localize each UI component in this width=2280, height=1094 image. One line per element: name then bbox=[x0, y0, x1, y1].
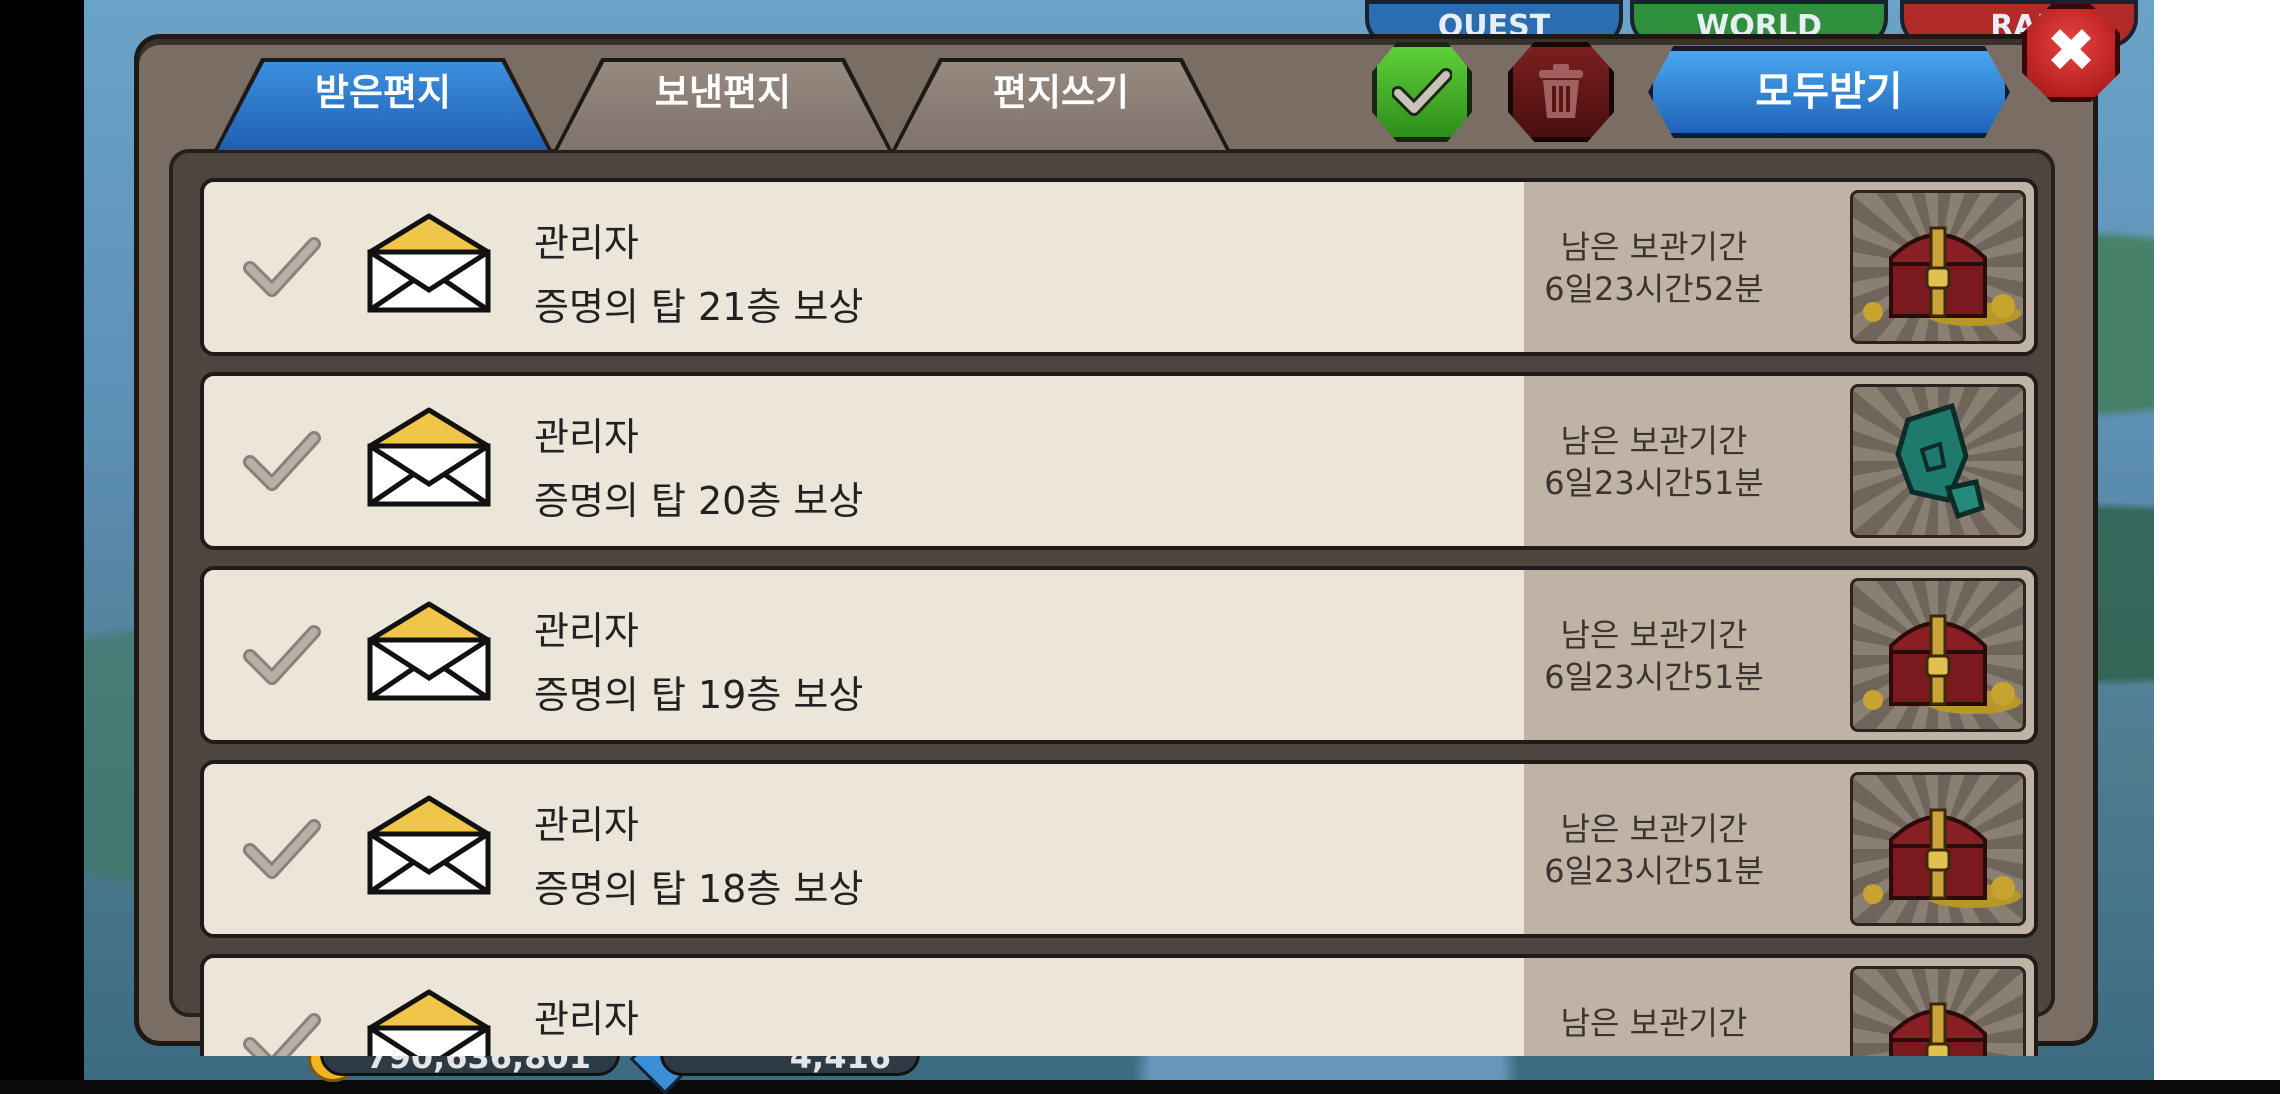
checkmark-icon bbox=[1392, 68, 1452, 116]
mail-expiry-label: 남은 보관기간 bbox=[1560, 616, 1748, 654]
mail-row[interactable]: 관리자 증명의 탑 19층 보상 남은 보관기간 6일23시간51분 bbox=[200, 566, 2038, 744]
check-icon[interactable] bbox=[242, 814, 322, 884]
mail-sender: 관리자 bbox=[534, 221, 639, 265]
mail-sender: 관리자 bbox=[534, 803, 639, 847]
tab-sent[interactable]: 보낸편지 bbox=[558, 62, 888, 150]
mail-subject: 증명의 탑 20층 보상 bbox=[534, 479, 864, 523]
mail-expiry-label: 남은 보관기간 bbox=[1560, 810, 1748, 848]
mail-expiry-time: 6일23시간51분 bbox=[1544, 852, 1764, 890]
check-icon[interactable] bbox=[242, 426, 322, 496]
treasure-chest-icon[interactable] bbox=[1850, 190, 2026, 344]
check-icon[interactable] bbox=[242, 620, 322, 690]
mail-sender: 관리자 bbox=[534, 609, 639, 653]
right-letterbox bbox=[2154, 0, 2280, 1080]
mail-expiry-time: 6일23시간51분 bbox=[1544, 464, 1764, 502]
tab-write[interactable]: 편지쓰기 bbox=[896, 62, 1226, 150]
crystal-icon[interactable] bbox=[1850, 384, 2026, 538]
mail-row[interactable]: 관리자 증명의 탑 18층 보상 남은 보관기간 6일23시간51분 bbox=[200, 760, 2038, 938]
mail-expiry-time: 6일23시간52분 bbox=[1544, 270, 1764, 308]
trash-icon bbox=[1539, 64, 1583, 118]
mail-sender: 관리자 bbox=[534, 415, 639, 459]
mail-subject: 증명의 탑 19층 보상 bbox=[534, 673, 864, 717]
check-icon[interactable] bbox=[242, 232, 322, 302]
treasure-chest-icon[interactable] bbox=[1850, 578, 2026, 732]
tab-inbox[interactable]: 받은편지 bbox=[218, 62, 548, 150]
envelope-icon bbox=[367, 601, 491, 701]
envelope-icon bbox=[367, 213, 491, 313]
left-letterbox bbox=[0, 0, 84, 1080]
mail-expiry-label: 남은 보관기간 bbox=[1560, 422, 1748, 460]
mail-subject: 증명의 탑 21층 보상 bbox=[534, 285, 864, 329]
envelope-icon bbox=[367, 795, 491, 895]
mail-subject: 증명의 탑 18층 보상 bbox=[534, 867, 864, 911]
mail-row[interactable]: 관리자 증명의 탑 20층 보상 남은 보관기간 6일23시간51분 bbox=[200, 372, 2038, 550]
mail-row[interactable]: 관리자 증명의 탑 21층 보상 남은 보관기간 6일23시간52분 bbox=[200, 178, 2038, 356]
mail-expiry-label: 남은 보관기간 bbox=[1560, 1004, 1748, 1042]
treasure-chest-icon[interactable] bbox=[1850, 772, 2026, 926]
mail-expiry-label: 남은 보관기간 bbox=[1560, 228, 1748, 266]
mail-expiry-time: 6일23시간51분 bbox=[1544, 658, 1764, 696]
receive-all-button[interactable]: 모두받기 bbox=[1648, 46, 2010, 138]
delete-button[interactable] bbox=[1508, 42, 1614, 142]
envelope-icon bbox=[367, 407, 491, 507]
select-all-button[interactable] bbox=[1372, 42, 1472, 142]
mail-sender: 관리자 bbox=[534, 997, 639, 1041]
